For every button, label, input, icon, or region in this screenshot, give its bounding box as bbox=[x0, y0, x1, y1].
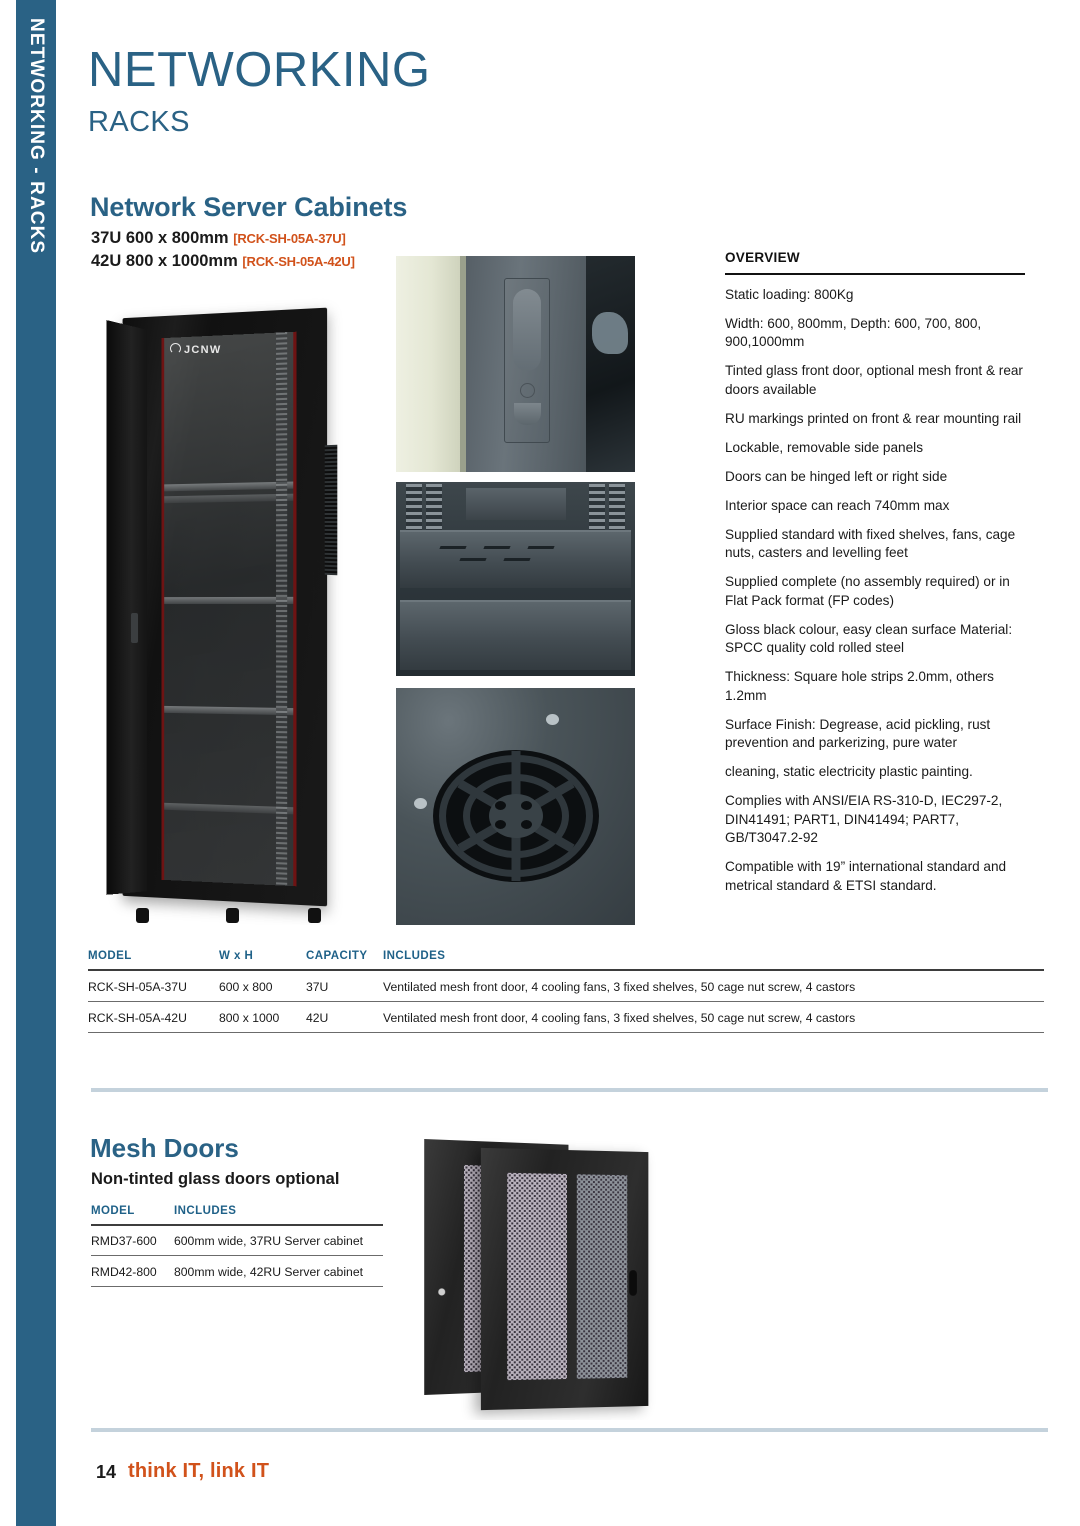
mesh-door-front bbox=[480, 1147, 649, 1411]
overview-item: Supplied standard with fixed shelves, fa… bbox=[725, 526, 1016, 561]
overview-item: Thickness: Square hole strips 2.0mm, oth… bbox=[725, 669, 994, 703]
table-header-wxh: W x H bbox=[219, 950, 254, 962]
section-divider bbox=[91, 1088, 1048, 1092]
overview-item: Lockable, removable side panels bbox=[725, 439, 923, 455]
overview-panel: OVERVIEW Static loading: 800Kg Width: 60… bbox=[725, 250, 1025, 906]
interior-shelf-photo bbox=[396, 482, 635, 676]
variant-code: [RCK-SH-05A-37U] bbox=[233, 231, 346, 246]
overview-item: Width: 600, 800mm, Depth: 600, 700, 800,… bbox=[725, 315, 982, 350]
fan-grille bbox=[432, 749, 599, 882]
variant-size: 42U 800 x 1000mm bbox=[91, 252, 238, 270]
page-content: NETWORKING RACKS Network Server Cabinets… bbox=[88, 0, 1048, 1526]
table-cell-model: RCK-SH-05A-37U bbox=[88, 980, 187, 994]
table-cell-includes: Ventilated mesh front door, 4 cooling fa… bbox=[383, 1011, 856, 1025]
server-cabinet-photo: JCNW bbox=[98, 295, 348, 925]
brand-mark-icon bbox=[170, 343, 181, 354]
footer-divider bbox=[91, 1428, 1048, 1432]
cabinet-lock bbox=[131, 613, 138, 643]
cabinet-glass-door bbox=[161, 331, 297, 887]
table-cell-includes: Ventilated mesh front door, 4 cooling fa… bbox=[383, 980, 856, 994]
footer-tagline: think IT, link IT bbox=[128, 1460, 270, 1482]
overview-item: Surface Finish: Degrease, acid pickling,… bbox=[725, 716, 991, 751]
mesh-table-cell-includes: 600mm wide, 37RU Server cabinet bbox=[174, 1234, 363, 1248]
table-header-capacity: CAPACITY bbox=[306, 950, 368, 962]
cabinet-side-panel bbox=[106, 320, 148, 895]
fan-grille-photo bbox=[396, 688, 635, 925]
side-tab: NETWORKING - RACKS bbox=[16, 0, 56, 1526]
overview-item: Complies with ANSI/EIA RS-310-D, IEC297-… bbox=[725, 793, 1003, 846]
mesh-table-header-model: MODEL bbox=[91, 1205, 135, 1217]
product-title: Network Server Cabinets bbox=[90, 192, 408, 222]
table-cell-model: RCK-SH-05A-42U bbox=[88, 1011, 187, 1025]
cabinet-side-vent bbox=[324, 444, 338, 576]
table-cell-wxh: 600 x 800 bbox=[219, 980, 273, 994]
table-cell-wxh: 800 x 1000 bbox=[219, 1011, 280, 1025]
overview-divider bbox=[725, 273, 1025, 275]
page-title-subcategory: RACKS bbox=[88, 106, 190, 138]
page-number: 14 bbox=[96, 1462, 117, 1482]
cabinet-brand-logo: JCNW bbox=[170, 343, 222, 356]
product-variant-2: 42U 800 x 1000mm [RCK-SH-05A-42U] bbox=[91, 252, 355, 271]
overview-item: Interior space can reach 740mm max bbox=[725, 497, 950, 513]
mesh-doors-subtitle: Non-tinted glass doors optional bbox=[91, 1170, 340, 1188]
overview-item: Doors can be hinged left or right side bbox=[725, 468, 948, 484]
mesh-table-header-includes: INCLUDES bbox=[174, 1205, 237, 1217]
overview-item: Supplied complete (no assembly required)… bbox=[725, 574, 1010, 608]
overview-item: cleaning, static electricity plastic pai… bbox=[725, 764, 973, 780]
table-cell-capacity: 42U bbox=[306, 1011, 329, 1025]
table-cell-capacity: 37U bbox=[306, 980, 329, 994]
mesh-table-cell-model: RMD37-600 bbox=[91, 1234, 157, 1248]
door-lock-photo bbox=[396, 256, 635, 472]
overview-item: Static loading: 800Kg bbox=[725, 286, 854, 302]
lock-plate bbox=[504, 278, 550, 443]
mesh-doors-title: Mesh Doors bbox=[90, 1133, 239, 1163]
product-variant-1: 37U 600 x 800mm [RCK-SH-05A-37U] bbox=[91, 229, 346, 248]
mesh-table-cell-model: RMD42-800 bbox=[91, 1265, 157, 1279]
table-header-includes: INCLUDES bbox=[383, 950, 446, 962]
table-header-model: MODEL bbox=[88, 950, 132, 962]
overview-item: Compatible with 19” international standa… bbox=[725, 859, 1007, 893]
side-tab-label: NETWORKING - RACKS bbox=[26, 18, 47, 255]
variant-code: [RCK-SH-05A-42U] bbox=[242, 254, 355, 269]
overview-title: OVERVIEW bbox=[725, 250, 800, 265]
overview-item: Gloss black colour, easy clean surface M… bbox=[725, 621, 1013, 656]
page-title-category: NETWORKING bbox=[88, 43, 431, 97]
overview-item: RU markings printed on front & rear moun… bbox=[725, 410, 1022, 426]
door-handle-slot bbox=[629, 1270, 637, 1296]
mesh-table-cell-includes: 800mm wide, 42RU Server cabinet bbox=[174, 1265, 363, 1279]
mesh-doors-photo bbox=[393, 1120, 693, 1420]
variant-size: 37U 600 x 800mm bbox=[91, 229, 229, 247]
overview-item: Tinted glass front door, optional mesh f… bbox=[725, 363, 1023, 397]
